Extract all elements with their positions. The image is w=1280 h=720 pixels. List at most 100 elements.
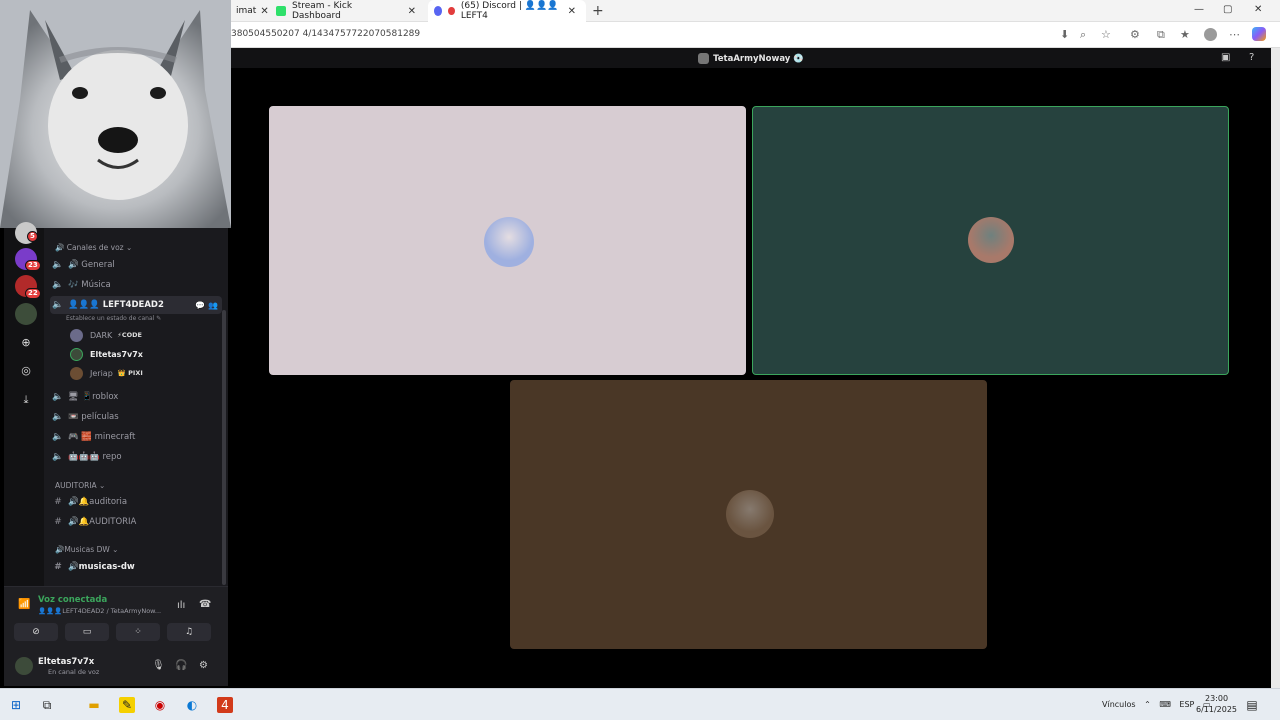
clock[interactable]: 23:00 6/11/2025 bbox=[1196, 693, 1237, 715]
speaker-icon: 🔈 bbox=[52, 260, 64, 270]
download-apps-icon[interactable]: ⤓ bbox=[17, 391, 35, 409]
category-auditoria[interactable]: AUDITORIA ⌄ bbox=[55, 481, 105, 490]
avatar bbox=[968, 217, 1014, 263]
favorites-icon[interactable]: ★ bbox=[1180, 28, 1190, 41]
channel-repo[interactable]: 🔈 🤖🤖🤖 repo bbox=[50, 448, 222, 466]
time: 23:00 bbox=[1204, 694, 1229, 703]
category-musicas-dw[interactable]: 🔊Musicas DW ⌄ bbox=[55, 545, 118, 554]
channel-musicas-dw[interactable]: # 🔊musicas-dw bbox=[50, 558, 222, 576]
channel-peliculas[interactable]: 🔈 📼 películas bbox=[50, 408, 222, 426]
chevron-up-icon[interactable]: ⌃ bbox=[1144, 700, 1151, 709]
download-icon[interactable]: ⬇ bbox=[1060, 28, 1069, 41]
channel-general[interactable]: 🔈 🔊 General bbox=[50, 256, 222, 274]
speaker-icon: 🔈 bbox=[52, 300, 64, 310]
tab-label: Stream - Kick Dashboard bbox=[291, 1, 353, 21]
hash-icon: # bbox=[54, 497, 62, 507]
voice-member[interactable]: Eltetas7v7x bbox=[70, 346, 143, 362]
windows-taskbar: ⊞ ⧉ ▬ ✎ ◉ ◐ 4 Vínculos ⌃ ⌨ ESP ▭ 23:00 6… bbox=[0, 688, 1280, 720]
language-indicator[interactable]: ESP bbox=[1179, 700, 1194, 709]
links-label[interactable]: Vínculos bbox=[1102, 700, 1136, 709]
voice-member[interactable]: DARK ⚡CODE bbox=[70, 327, 142, 343]
chat-icon[interactable]: 💬 👥 bbox=[195, 301, 222, 310]
channel-minecraft[interactable]: 🔈 🎮 🧱 minecraft bbox=[50, 428, 222, 446]
avatar[interactable] bbox=[15, 657, 33, 675]
profile-icon[interactable] bbox=[1204, 28, 1217, 41]
file-explorer-icon[interactable]: ▬ bbox=[86, 697, 102, 713]
tab-imat[interactable]: imat ✕ bbox=[230, 0, 269, 22]
split-screen-icon[interactable]: ⧉ bbox=[1157, 28, 1165, 42]
channel-label: 🔊musicas-dw bbox=[68, 562, 135, 572]
channel-roblox[interactable]: 🔈 🖥 📱roblox bbox=[50, 388, 222, 406]
start-icon[interactable]: ⊞ bbox=[8, 697, 24, 713]
screen-share-button[interactable]: ▭ bbox=[65, 623, 109, 641]
menu-icon[interactable]: ⋯ bbox=[1229, 28, 1240, 41]
kick-icon bbox=[276, 6, 286, 16]
username[interactable]: Eltetas7v7x bbox=[38, 657, 94, 667]
unread-badge: 22 bbox=[25, 288, 41, 299]
tab-discord[interactable]: (65) Discord | 👤👤👤LEFT4 ✕ bbox=[428, 0, 586, 22]
maximize-button[interactable]: ▢ bbox=[1223, 4, 1232, 15]
channel-status-prompt[interactable]: Establece un estado de canal ✎ bbox=[66, 315, 161, 322]
channel-auditoria-upper[interactable]: # 🔊🔔AUDITORIA bbox=[50, 513, 222, 531]
zoom-icon[interactable]: ⌕ bbox=[1080, 28, 1086, 42]
channel-label: 🔊🔔AUDITORIA bbox=[68, 517, 137, 527]
task-view-icon[interactable]: ⧉ bbox=[39, 697, 55, 713]
category-voice-channels[interactable]: 🔊 Canales de voz ⌄ bbox=[55, 243, 132, 252]
add-server-icon[interactable]: ⊕ bbox=[17, 334, 35, 352]
server-icon[interactable] bbox=[15, 303, 37, 325]
channel-label: 🎶 Música bbox=[68, 280, 111, 290]
member-tag: 👑 PIXI bbox=[117, 369, 143, 377]
copilot-icon[interactable] bbox=[1252, 27, 1266, 41]
channel-label: 👤👤👤 LEFT4DEAD2 bbox=[68, 300, 164, 310]
video-tile-speaking[interactable] bbox=[752, 106, 1229, 375]
new-tab-button[interactable]: + bbox=[592, 3, 604, 19]
voice-connection-panel: 📶 Voz conectada 👤👤👤LEFT4DEAD2 / TetaArmy… bbox=[4, 586, 228, 686]
speaker-icon: 🔈 bbox=[52, 432, 64, 442]
favorite-star-icon[interactable]: ☆ bbox=[1101, 28, 1111, 41]
minimize-button[interactable]: — bbox=[1194, 4, 1204, 15]
recording-icon bbox=[448, 7, 455, 15]
extensions-icon[interactable]: ⚙ bbox=[1130, 28, 1140, 41]
discover-icon[interactable]: ◎ bbox=[17, 362, 35, 380]
voice-member[interactable]: Jeriap 👑 PIXI bbox=[70, 365, 143, 381]
channel-auditoria[interactable]: # 🔊🔔auditoria bbox=[50, 493, 222, 511]
channel-label: 🎮 🧱 minecraft bbox=[68, 432, 136, 442]
close-icon[interactable]: ✕ bbox=[564, 6, 580, 17]
left4dead-icon[interactable]: 4 bbox=[217, 697, 233, 713]
close-icon[interactable]: ✕ bbox=[404, 6, 420, 17]
soundboard-button[interactable]: ♫ bbox=[167, 623, 211, 641]
url-field[interactable]: 380504550207 4/1434757722070581289 bbox=[231, 29, 420, 39]
hash-icon: # bbox=[54, 517, 62, 527]
obs-icon[interactable]: ◉ bbox=[152, 697, 168, 713]
keyboard-icon[interactable]: ⌨ bbox=[1159, 700, 1171, 709]
wolf-image bbox=[0, 0, 231, 228]
voice-status[interactable]: Voz conectada bbox=[38, 595, 107, 605]
speaker-icon: 🔈 bbox=[52, 452, 64, 462]
channel-musica[interactable]: 🔈 🎶 Música bbox=[50, 276, 222, 294]
noise-suppression-icon[interactable]: ılı bbox=[177, 600, 185, 611]
tray: Vínculos ⌃ ⌨ ESP ▭ bbox=[1102, 700, 1211, 709]
inbox-icon[interactable]: ▣ bbox=[1221, 52, 1230, 63]
video-tile[interactable] bbox=[269, 106, 746, 375]
tab-label: imat bbox=[236, 6, 257, 16]
edge-icon[interactable]: ◐ bbox=[184, 697, 200, 713]
activities-button[interactable]: ⁘ bbox=[116, 623, 160, 641]
channel-left4dead2[interactable]: 🔈 👤👤👤 LEFT4DEAD2 💬 👥 bbox=[50, 296, 222, 314]
gear-icon[interactable]: ⚙ bbox=[199, 660, 208, 671]
notifications-icon[interactable]: ▤ bbox=[1244, 697, 1260, 713]
help-icon[interactable]: ? bbox=[1249, 52, 1254, 63]
channel-label: 📼 películas bbox=[68, 412, 119, 422]
voice-channel-path[interactable]: 👤👤👤LEFT4DEAD2 / TetaArmyNow... bbox=[38, 607, 161, 615]
server-title-wrap: TetaArmyNoway 💿 bbox=[231, 53, 1271, 64]
microphone-icon[interactable]: 🎙 bbox=[152, 660, 165, 671]
sticky-notes-icon[interactable]: ✎ bbox=[119, 697, 135, 713]
avatar bbox=[70, 347, 83, 361]
page-scrollbar[interactable] bbox=[1271, 48, 1280, 688]
video-tile[interactable] bbox=[510, 380, 987, 649]
tab-kick-dashboard[interactable]: Stream - Kick Dashboard ✕ bbox=[270, 0, 426, 22]
camera-button[interactable]: ⊘ bbox=[14, 623, 58, 641]
disconnect-icon[interactable]: ☎ bbox=[199, 599, 211, 610]
channel-scrollbar[interactable] bbox=[222, 310, 226, 585]
close-window-button[interactable]: ✕ bbox=[1254, 4, 1262, 15]
headphones-icon[interactable]: 🎧 bbox=[175, 660, 187, 671]
